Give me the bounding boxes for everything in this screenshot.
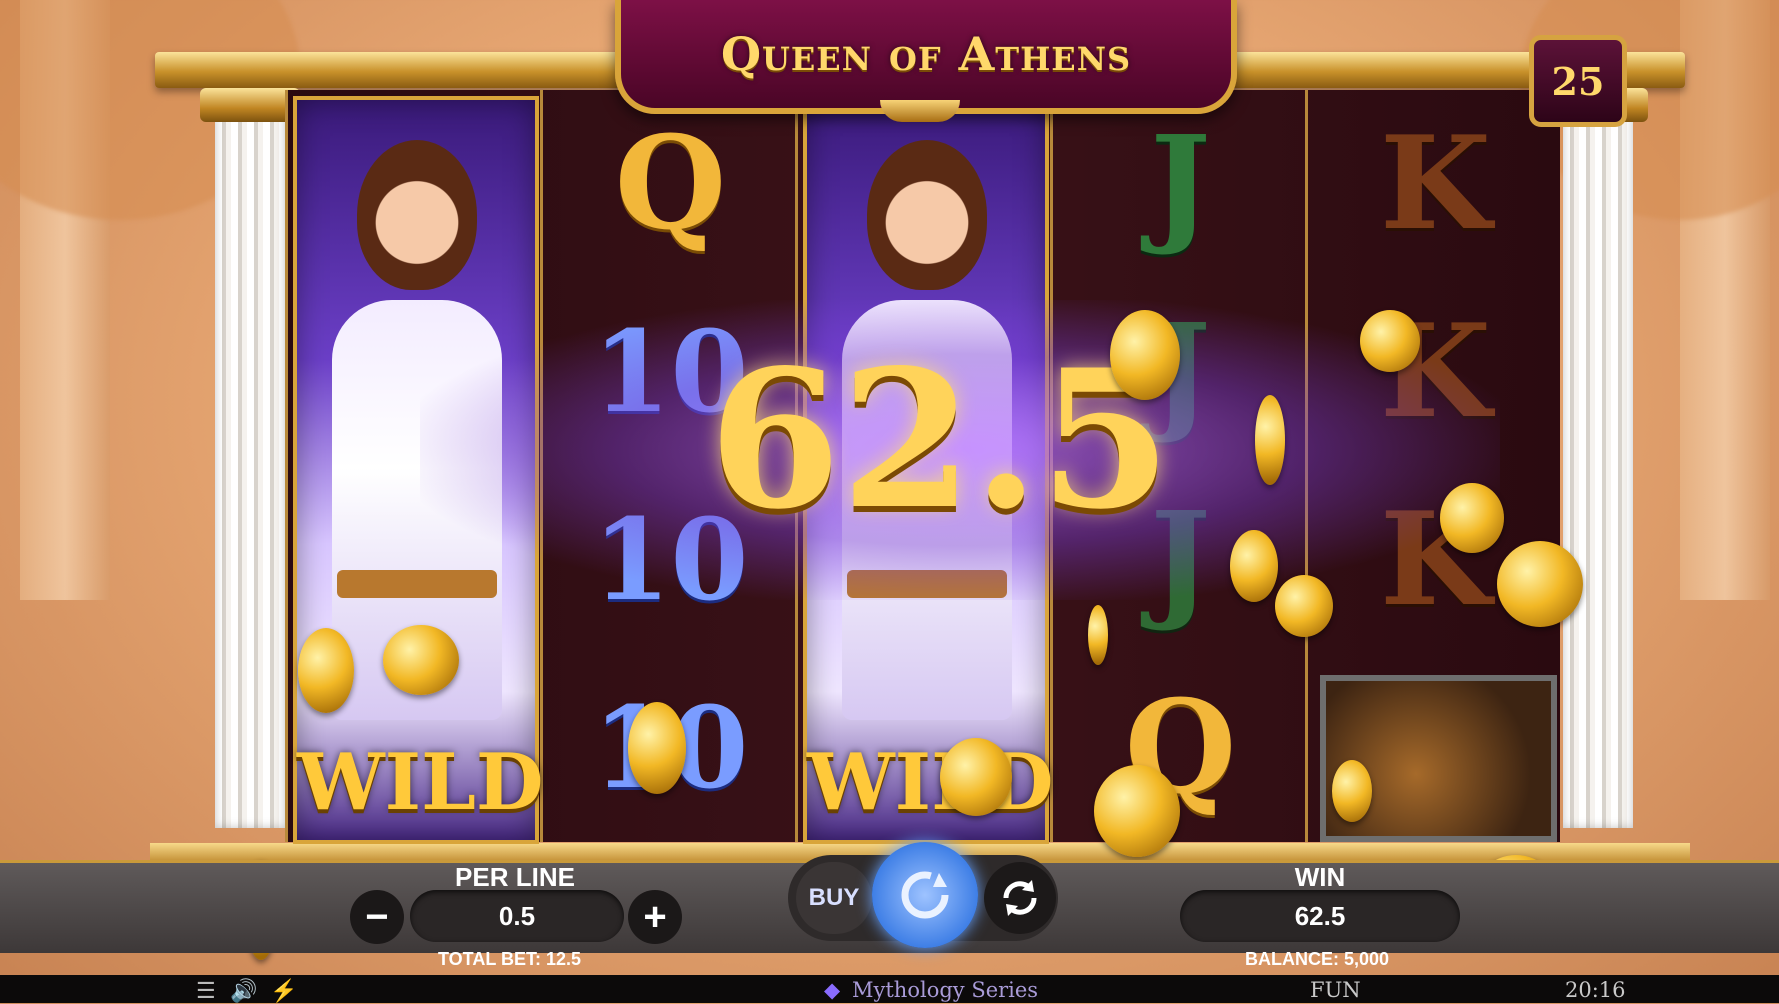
- coin-icon: [1230, 530, 1278, 602]
- queen-portrait-head: [867, 140, 987, 290]
- win-value: 62.5: [1180, 890, 1460, 942]
- coin-icon: [628, 702, 686, 794]
- coin-icon: [1332, 760, 1372, 822]
- pillar-left: [215, 98, 285, 828]
- wild-label: WILD: [297, 737, 544, 828]
- spin-icon: [901, 871, 949, 919]
- symbol-k: K: [1379, 109, 1492, 259]
- coin-icon: [383, 625, 459, 695]
- symbol-q: Q: [614, 109, 727, 259]
- queen-portrait-head: [357, 140, 477, 290]
- pillar-right: [1563, 98, 1633, 828]
- increase-bet-button[interactable]: +: [628, 890, 682, 944]
- game-title-plaque: Queen of Athens: [615, 0, 1237, 114]
- coin-icon: [298, 628, 354, 713]
- coin-icon: [1275, 575, 1333, 637]
- coin-icon: [1088, 605, 1108, 665]
- decrease-bet-button[interactable]: −: [350, 890, 404, 944]
- clock: 20:16: [1565, 978, 1626, 1002]
- game-title: Queen of Athens: [720, 27, 1132, 81]
- coin-icon: [1255, 395, 1285, 485]
- series-logo-icon: ◆: [824, 978, 841, 1002]
- title-ornament: [880, 100, 960, 122]
- coin-icon: [1094, 765, 1180, 857]
- sound-icon[interactable]: 🔊: [230, 978, 257, 1004]
- autoplay-button[interactable]: [984, 862, 1056, 934]
- series-name: Mythology Series: [852, 978, 1039, 1002]
- symbol-j: J: [1150, 109, 1211, 259]
- symbol-q: Q: [1124, 673, 1237, 823]
- coin-icon: [1360, 310, 1420, 372]
- spin-button[interactable]: [872, 842, 978, 948]
- mode-indicator: FUN: [1310, 978, 1361, 1002]
- coin-icon: [1440, 483, 1504, 553]
- per-line-value: 0.5: [410, 890, 624, 942]
- coin-icon: [940, 738, 1012, 816]
- menu-icon[interactable]: ☰: [196, 978, 216, 1004]
- per-line-label: PER LINE: [455, 862, 575, 892]
- coin-icon: [1110, 310, 1180, 400]
- coin-icon: [1497, 541, 1583, 627]
- paylines-badge: 25: [1529, 35, 1627, 127]
- autoplay-icon: [1003, 880, 1037, 916]
- buy-feature-button[interactable]: BUY: [796, 862, 872, 934]
- win-label: WIN: [1294, 862, 1346, 892]
- turbo-icon[interactable]: ⚡: [270, 978, 297, 1004]
- total-bet: TOTAL BET: 12.5: [438, 949, 582, 969]
- balance: BALANCE: 5,000: [1245, 949, 1390, 969]
